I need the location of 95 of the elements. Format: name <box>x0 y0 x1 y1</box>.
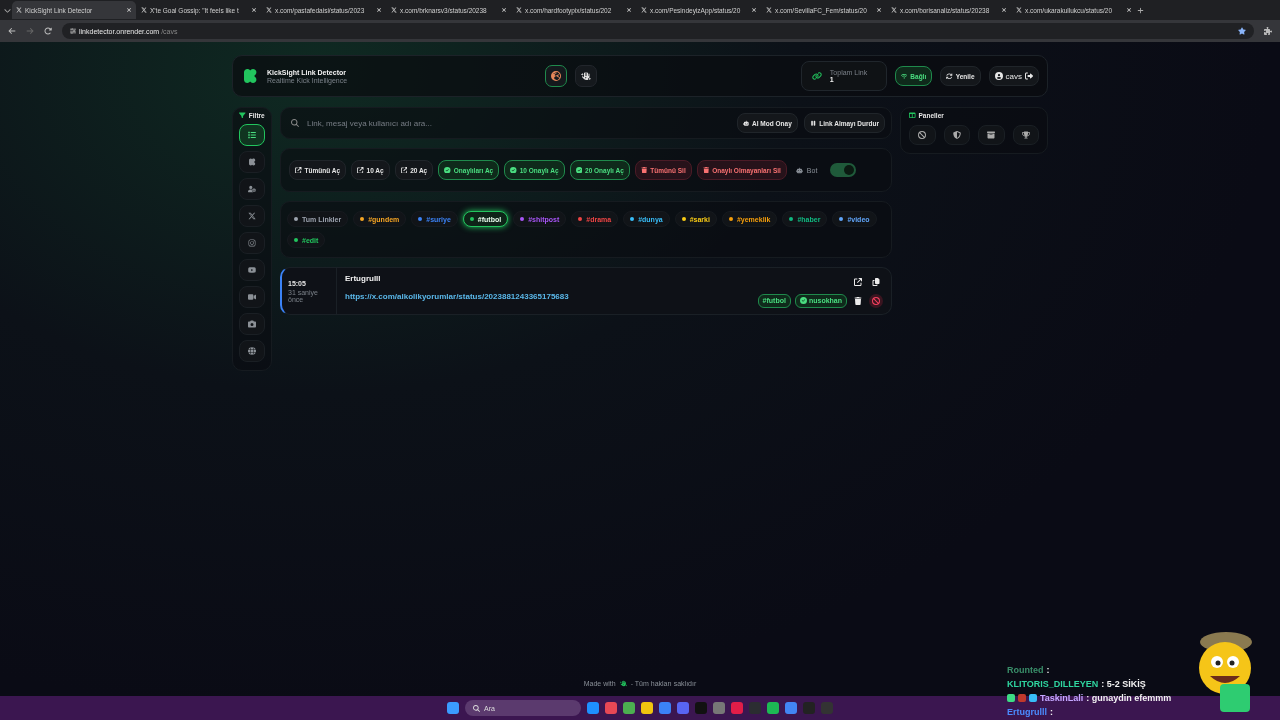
archive-box-icon <box>987 131 996 139</box>
close-icon[interactable] <box>876 7 882 13</box>
panel-button[interactable] <box>1012 125 1039 145</box>
chat-username: KLITORIS_DILLEYEN <box>1007 679 1099 689</box>
filter-icon <box>239 112 246 119</box>
chat-username: TaskinLali <box>1040 693 1084 703</box>
app-icon[interactable] <box>659 702 671 714</box>
filter-button[interactable] <box>239 286 265 308</box>
mode-button[interactable] <box>575 65 597 87</box>
trophy-icon <box>1021 131 1030 139</box>
pause-icon <box>809 119 817 127</box>
site-settings-icon[interactable] <box>70 28 76 34</box>
columns-icon <box>909 112 916 119</box>
search-field[interactable]: Link, mesaj veya kullanıcı adı ara... <box>305 117 731 129</box>
trash-icon <box>640 166 648 174</box>
start-icon[interactable] <box>447 702 459 714</box>
filter-button[interactable] <box>239 259 265 281</box>
bookmark-star-icon[interactable] <box>1238 27 1246 35</box>
x-logo-icon <box>641 7 647 13</box>
back-icon[interactable] <box>8 27 16 35</box>
filter-button[interactable] <box>239 151 265 173</box>
x-logo-icon <box>391 7 397 13</box>
chat-message: : <box>1050 707 1053 717</box>
external-link-icon <box>295 166 302 174</box>
x-logo-icon <box>516 7 522 13</box>
chat-message: : gunaydin efemmm <box>1086 693 1172 703</box>
close-icon[interactable] <box>376 7 382 13</box>
mode-button[interactable] <box>545 65 567 87</box>
close-icon[interactable] <box>626 7 632 13</box>
app-icon[interactable] <box>587 702 599 714</box>
chat-message: : <box>1046 665 1050 675</box>
search-icon <box>473 704 480 712</box>
external-link-icon <box>357 166 364 174</box>
link-user: Ertugrulll <box>345 274 382 283</box>
x-logo-icon <box>891 7 897 13</box>
close-icon[interactable] <box>1126 7 1132 13</box>
user-icon <box>994 72 1003 80</box>
filter-button[interactable] <box>239 124 265 146</box>
chat-username: Ertugrulll <box>1007 707 1047 717</box>
close-icon[interactable] <box>126 7 132 13</box>
trash-icon <box>702 166 710 174</box>
panel-button[interactable] <box>978 125 1005 145</box>
k-letter-icon <box>248 158 256 166</box>
bot-toggle[interactable] <box>830 163 857 177</box>
close-icon[interactable] <box>501 7 507 13</box>
external-link-icon <box>400 166 408 174</box>
chat-message: : 5-2 SİKİŞ <box>1101 679 1146 689</box>
globe-icon <box>551 71 561 81</box>
refresh-icon <box>946 72 953 80</box>
hand-icon <box>619 680 627 687</box>
panel-button[interactable] <box>943 125 970 145</box>
link-url[interactable]: https://x.com/alkolikyorumlar/status/2023881243365175683 <box>345 292 569 301</box>
reload-icon[interactable] <box>44 27 52 35</box>
close-icon[interactable] <box>251 7 257 13</box>
search-icon <box>291 119 299 127</box>
filter-button[interactable] <box>239 178 265 200</box>
user-gear-icon <box>248 185 256 193</box>
play-icon <box>248 266 256 274</box>
link-icon <box>811 71 822 81</box>
app-icon[interactable] <box>713 702 725 714</box>
filter-button[interactable] <box>239 313 265 335</box>
extensions-icon[interactable] <box>1264 27 1272 35</box>
x-logo-icon <box>141 7 147 13</box>
hand-icon <box>581 71 591 81</box>
camera-icon <box>248 320 256 328</box>
ban-icon <box>918 131 927 139</box>
x-logo-icon <box>16 7 22 13</box>
x-logo-icon <box>266 7 272 13</box>
shield-icon <box>952 131 961 139</box>
x-logo-icon <box>248 212 256 220</box>
new-tab-icon[interactable] <box>1137 6 1144 14</box>
tab-list-icon[interactable] <box>4 6 11 14</box>
globe-icon <box>248 347 256 355</box>
close-icon[interactable] <box>1001 7 1007 13</box>
app-icon[interactable] <box>785 702 797 714</box>
block-button[interactable] <box>869 293 883 308</box>
x-logo-icon <box>1016 7 1022 13</box>
list-icon <box>248 131 256 139</box>
app-icon[interactable] <box>641 702 653 714</box>
wifi-icon <box>900 72 908 80</box>
k-logo-icon <box>241 67 259 85</box>
chat-username: Rounted <box>1007 665 1044 675</box>
robot-icon <box>795 166 803 174</box>
app-icon[interactable] <box>767 702 779 714</box>
x-logo-icon <box>766 7 772 13</box>
robot-icon <box>742 119 750 127</box>
logout-icon <box>1025 72 1033 80</box>
user-button[interactable]: cavs <box>988 66 1039 86</box>
camera-outline-icon <box>248 239 256 247</box>
filter-button[interactable] <box>239 340 265 362</box>
app-icon[interactable] <box>605 702 617 714</box>
panel-button[interactable] <box>909 125 936 145</box>
app-icon[interactable] <box>623 702 635 714</box>
close-icon[interactable] <box>751 7 757 13</box>
video-camera-icon <box>248 293 256 301</box>
